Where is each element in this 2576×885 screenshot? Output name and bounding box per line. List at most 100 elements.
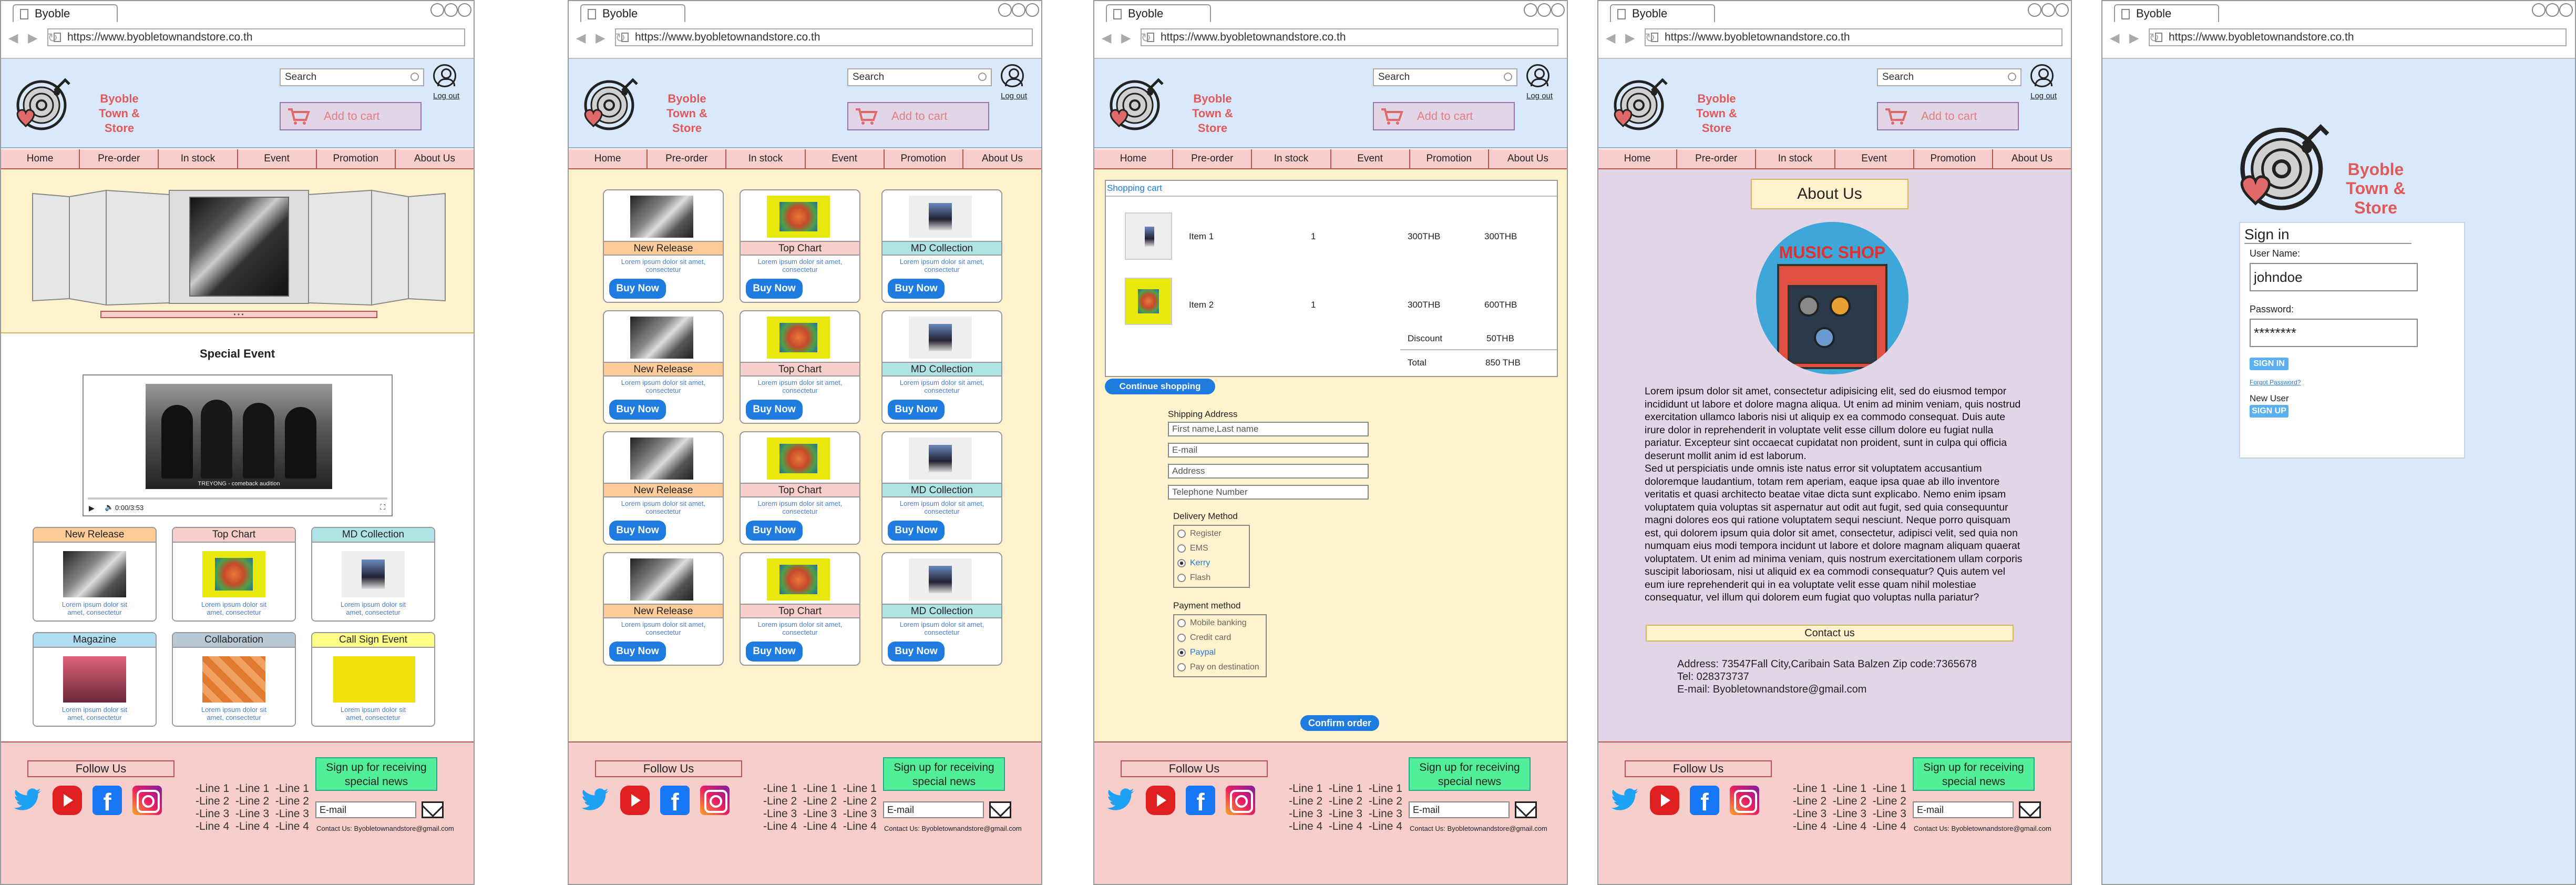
maximize-icon[interactable]: [1537, 3, 1551, 17]
menu-item-pre-order[interactable]: Pre-order: [648, 149, 727, 168]
radio-icon[interactable]: [1177, 558, 1186, 567]
add-to-cart-button[interactable]: Add to cart: [847, 102, 989, 130]
footer-links[interactable]: -Line 1 -Line 1 -Line 1 -Line 2 -Line 2 …: [196, 782, 309, 833]
radio-option[interactable]: Credit card: [1177, 633, 1231, 643]
maximize-icon[interactable]: [1012, 3, 1025, 17]
logout-link[interactable]: Log out: [2030, 91, 2057, 100]
minimize-icon[interactable]: [2532, 3, 2546, 17]
facebook-icon[interactable]: f: [660, 786, 690, 816]
menu-item-event[interactable]: Event: [1835, 149, 1914, 168]
maximize-icon[interactable]: [2546, 3, 2559, 17]
menu-item-about-us[interactable]: About Us: [963, 149, 1041, 168]
search-icon[interactable]: [978, 73, 987, 81]
radio-icon[interactable]: [1177, 573, 1186, 582]
buy-now-button[interactable]: Buy Now: [888, 279, 945, 299]
youtube-icon[interactable]: [620, 786, 650, 815]
shipping-field-0[interactable]: First name,Last name: [1168, 422, 1369, 436]
close-icon[interactable]: [1551, 3, 1565, 17]
twitter-icon[interactable]: [13, 786, 42, 815]
buy-now-button[interactable]: Buy Now: [746, 642, 803, 662]
envelope-icon[interactable]: [1515, 801, 1537, 818]
footer-links[interactable]: -Line 1 -Line 1 -Line 1 -Line 2 -Line 2 …: [1793, 782, 1906, 833]
video-player[interactable]: TREYONG - comeback audition ▶ 🔈 0:00/3:5…: [83, 374, 393, 516]
minimize-icon[interactable]: [430, 3, 444, 17]
logout-link[interactable]: Log out: [1526, 91, 1553, 100]
add-to-cart-button[interactable]: Add to cart: [1373, 102, 1515, 130]
radio-option[interactable]: Pay on destination: [1177, 663, 1259, 672]
radio-icon[interactable]: [1177, 648, 1186, 657]
menu-item-about-us[interactable]: About Us: [1993, 149, 2071, 168]
product-card[interactable]: MD Collection Lorem ipsum dolor sit amet…: [881, 431, 1002, 545]
logout-link[interactable]: Log out: [1001, 91, 1027, 100]
product-card[interactable]: Top Chart Lorem ipsum dolor sit amet, co…: [740, 310, 860, 424]
product-card[interactable]: MD Collection Lorem ipsum dolor sit amet…: [881, 189, 1002, 303]
radio-icon[interactable]: [1177, 618, 1186, 627]
close-icon[interactable]: [2559, 3, 2573, 17]
instagram-icon[interactable]: [1226, 786, 1255, 815]
buy-now-button[interactable]: Buy Now: [888, 642, 945, 662]
radio-icon[interactable]: [1177, 633, 1186, 642]
buy-now-button[interactable]: Buy Now: [609, 279, 666, 299]
buy-now-button[interactable]: Buy Now: [888, 400, 945, 420]
menu-item-in-stock[interactable]: In stock: [159, 149, 238, 168]
menu-item-pre-order[interactable]: Pre-order: [1677, 149, 1757, 168]
password-field[interactable]: ********: [2250, 319, 2418, 347]
user-icon[interactable]: [433, 64, 456, 87]
instagram-icon[interactable]: [700, 786, 730, 815]
twitter-icon[interactable]: [1610, 786, 1639, 815]
newsletter-signup-button[interactable]: Sign up for receiving special news: [1409, 757, 1531, 791]
radio-option[interactable]: Kerry: [1177, 558, 1210, 568]
logo-icon[interactable]: [1610, 74, 1670, 134]
menu-item-event[interactable]: Event: [806, 149, 885, 168]
browser-tab[interactable]: Byoble: [13, 4, 118, 22]
maximize-icon[interactable]: [444, 3, 458, 17]
browser-tab[interactable]: Byoble: [580, 4, 685, 22]
menu-item-in-stock[interactable]: In stock: [1252, 149, 1331, 168]
newsletter-email-input[interactable]: E-mail: [1913, 801, 2014, 818]
envelope-icon[interactable]: [422, 801, 444, 818]
search-input[interactable]: Search: [1373, 68, 1517, 86]
menu-item-promotion[interactable]: Promotion: [1410, 149, 1489, 168]
signup-button[interactable]: SIGN UP: [2250, 405, 2288, 418]
search-icon[interactable]: [1504, 73, 1512, 81]
product-card[interactable]: New Release Lorem ipsum dolor sit amet, …: [603, 431, 724, 545]
menu-item-about-us[interactable]: About Us: [1489, 149, 1567, 168]
logo-icon[interactable]: [13, 74, 73, 134]
facebook-icon[interactable]: f: [1186, 786, 1215, 816]
menu-item-home[interactable]: Home: [1, 149, 80, 168]
newsletter-signup-button[interactable]: Sign up for receiving special news: [315, 757, 437, 791]
twitter-icon[interactable]: [580, 786, 610, 815]
menu-item-home[interactable]: Home: [1598, 149, 1678, 168]
address-bar[interactable]: https://www.byobletownandstore.co.th: [2149, 28, 2567, 46]
radio-icon[interactable]: [1177, 544, 1186, 553]
product-card[interactable]: MD Collection Lorem ipsum dolor sit amet…: [881, 552, 1002, 666]
menu-item-about-us[interactable]: About Us: [396, 149, 474, 168]
product-card[interactable]: Top Chart Lorem ipsum dolor sit amet, co…: [740, 189, 860, 303]
buy-now-button[interactable]: Buy Now: [609, 642, 666, 662]
browser-tab[interactable]: Byoble: [1106, 4, 1211, 22]
menu-item-event[interactable]: Event: [238, 149, 317, 168]
forgot-password-link[interactable]: Forgot Password?: [2250, 379, 2301, 386]
product-card[interactable]: New Release Lorem ipsum dolor sit amet, …: [603, 189, 724, 303]
newsletter-email-input[interactable]: E-mail: [315, 801, 416, 818]
menu-item-event[interactable]: Event: [1331, 149, 1410, 168]
newsletter-email-input[interactable]: E-mail: [1409, 801, 1510, 818]
facebook-icon[interactable]: f: [93, 786, 122, 816]
menu-item-in-stock[interactable]: In stock: [726, 149, 806, 168]
menu-item-promotion[interactable]: Promotion: [1914, 149, 1993, 168]
radio-option[interactable]: Register: [1177, 529, 1222, 538]
logout-link[interactable]: Log out: [433, 91, 459, 100]
video-play-icon[interactable]: ▶: [89, 504, 95, 513]
address-bar[interactable]: https://www.byobletownandstore.co.th: [1141, 28, 1558, 46]
logo-icon[interactable]: [1106, 74, 1166, 134]
minimize-icon[interactable]: [998, 3, 1012, 17]
product-card[interactable]: Top Chart Lorem ipsum dolor sit amet, co…: [740, 552, 860, 666]
user-icon[interactable]: [2030, 64, 2054, 87]
minimize-icon[interactable]: [2028, 3, 2041, 17]
address-bar[interactable]: https://www.byobletownandstore.co.th: [47, 28, 465, 46]
instagram-icon[interactable]: [1730, 786, 1759, 815]
shipping-field-2[interactable]: Address: [1168, 464, 1369, 479]
video-volume-icon[interactable]: 🔈: [105, 503, 114, 512]
user-icon[interactable]: [1001, 64, 1024, 87]
menu-item-home[interactable]: Home: [1094, 149, 1174, 168]
